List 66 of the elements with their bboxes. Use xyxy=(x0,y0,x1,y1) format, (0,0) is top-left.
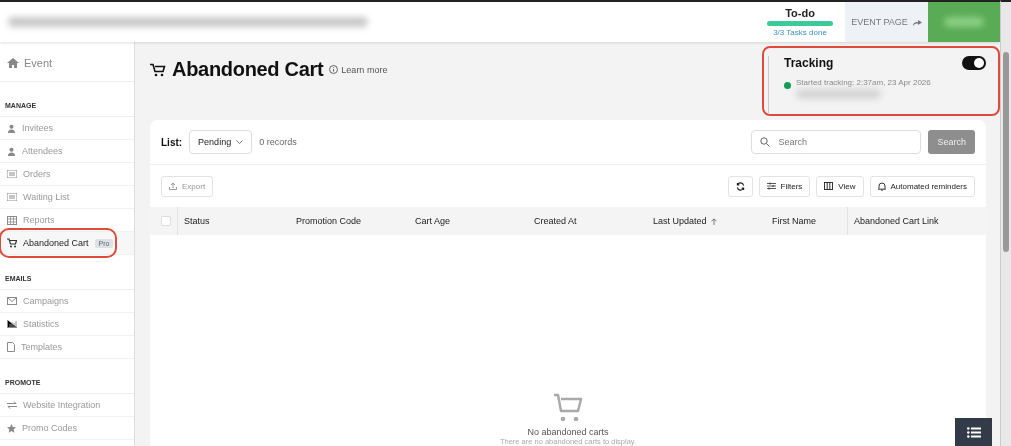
tracking-toggle[interactable] xyxy=(962,56,986,70)
tracking-title: Tracking xyxy=(784,56,834,70)
column-header[interactable]: Promotion Code xyxy=(296,207,362,235)
automated-reminders-button[interactable]: Automated reminders xyxy=(869,175,975,197)
search-button[interactable]: Search xyxy=(928,130,975,154)
person-icon xyxy=(7,146,16,156)
column-header[interactable]: First Name xyxy=(772,207,816,235)
share-arrow-icon xyxy=(912,18,922,26)
column-header[interactable]: Cart Age xyxy=(415,207,451,235)
page-title: Abandoned Cart xyxy=(172,58,324,81)
column-header[interactable]: Last Updated xyxy=(653,207,717,235)
list-dropdown[interactable]: Pending xyxy=(189,130,253,154)
event-page-button[interactable]: EVENT PAGE xyxy=(845,2,928,42)
todo-label: To-do xyxy=(785,7,815,19)
home-label: Event xyxy=(24,56,53,69)
list-menu-button[interactable] xyxy=(955,418,992,446)
upload-icon xyxy=(169,182,177,190)
column-header[interactable]: Status xyxy=(184,207,210,235)
columns-icon xyxy=(824,182,834,190)
list-icon xyxy=(966,426,981,438)
tracking-status: Started tracking: 2:37am, 23 Apr 2026 xyxy=(796,78,931,87)
scrollbar[interactable] xyxy=(1000,0,1011,446)
sliders-icon xyxy=(766,182,776,190)
sidebar-item-label: Orders xyxy=(23,169,51,179)
list-label: List: xyxy=(161,136,183,148)
learn-more-link[interactable]: Learn more xyxy=(329,64,388,75)
cart-icon xyxy=(553,393,583,423)
tasks-done-link[interactable]: 3/3 Tasks done xyxy=(773,28,827,37)
view-button[interactable]: View xyxy=(816,175,864,197)
column-header[interactable]: Created At xyxy=(534,207,577,235)
mail-icon xyxy=(7,297,17,305)
event-home-link[interactable]: Event xyxy=(0,44,134,82)
chevron-down-icon xyxy=(236,140,244,144)
person-icon xyxy=(7,123,16,133)
sidebar-item-label: Templates xyxy=(21,342,63,352)
sidebar-item-label: Promo Codes xyxy=(22,423,78,433)
sidebar-item-label: Abandoned Cart xyxy=(23,238,89,248)
arrows-icon xyxy=(7,401,17,409)
filters-button[interactable]: Filters xyxy=(758,175,811,197)
empty-title: No abandoned carts xyxy=(527,427,609,437)
home-icon xyxy=(7,57,19,68)
grid-icon xyxy=(7,215,17,225)
list-icon xyxy=(7,193,17,201)
list-icon xyxy=(7,170,17,178)
sidebar-item-label: Statistics xyxy=(23,319,59,329)
export-button[interactable]: Export xyxy=(161,175,214,197)
column-header[interactable]: Abandoned Cart Link xyxy=(854,207,939,235)
search-icon xyxy=(760,137,771,147)
sort-arrow-icon xyxy=(710,217,717,225)
sidebar-item-label: Reports xyxy=(23,215,55,225)
bell-icon xyxy=(877,181,886,191)
info-icon xyxy=(329,65,339,74)
sidebar-item-label: Campaigns xyxy=(23,296,69,306)
refresh-button[interactable] xyxy=(727,175,753,197)
refresh-icon xyxy=(735,181,745,191)
sidebar-item-label: Website Integration xyxy=(23,400,101,410)
records-count: 0 records xyxy=(259,137,297,147)
star-icon xyxy=(7,423,16,433)
cart-icon xyxy=(150,62,166,77)
search-field[interactable]: Search xyxy=(751,130,922,154)
sidebar-item-label: Invitees xyxy=(22,123,54,133)
cart-icon xyxy=(7,238,17,248)
sidebar-item-label: Waiting List xyxy=(23,192,70,202)
sidebar-item-label: Attendees xyxy=(22,146,63,156)
select-all-checkbox[interactable] xyxy=(161,216,171,226)
document-icon xyxy=(7,342,15,352)
